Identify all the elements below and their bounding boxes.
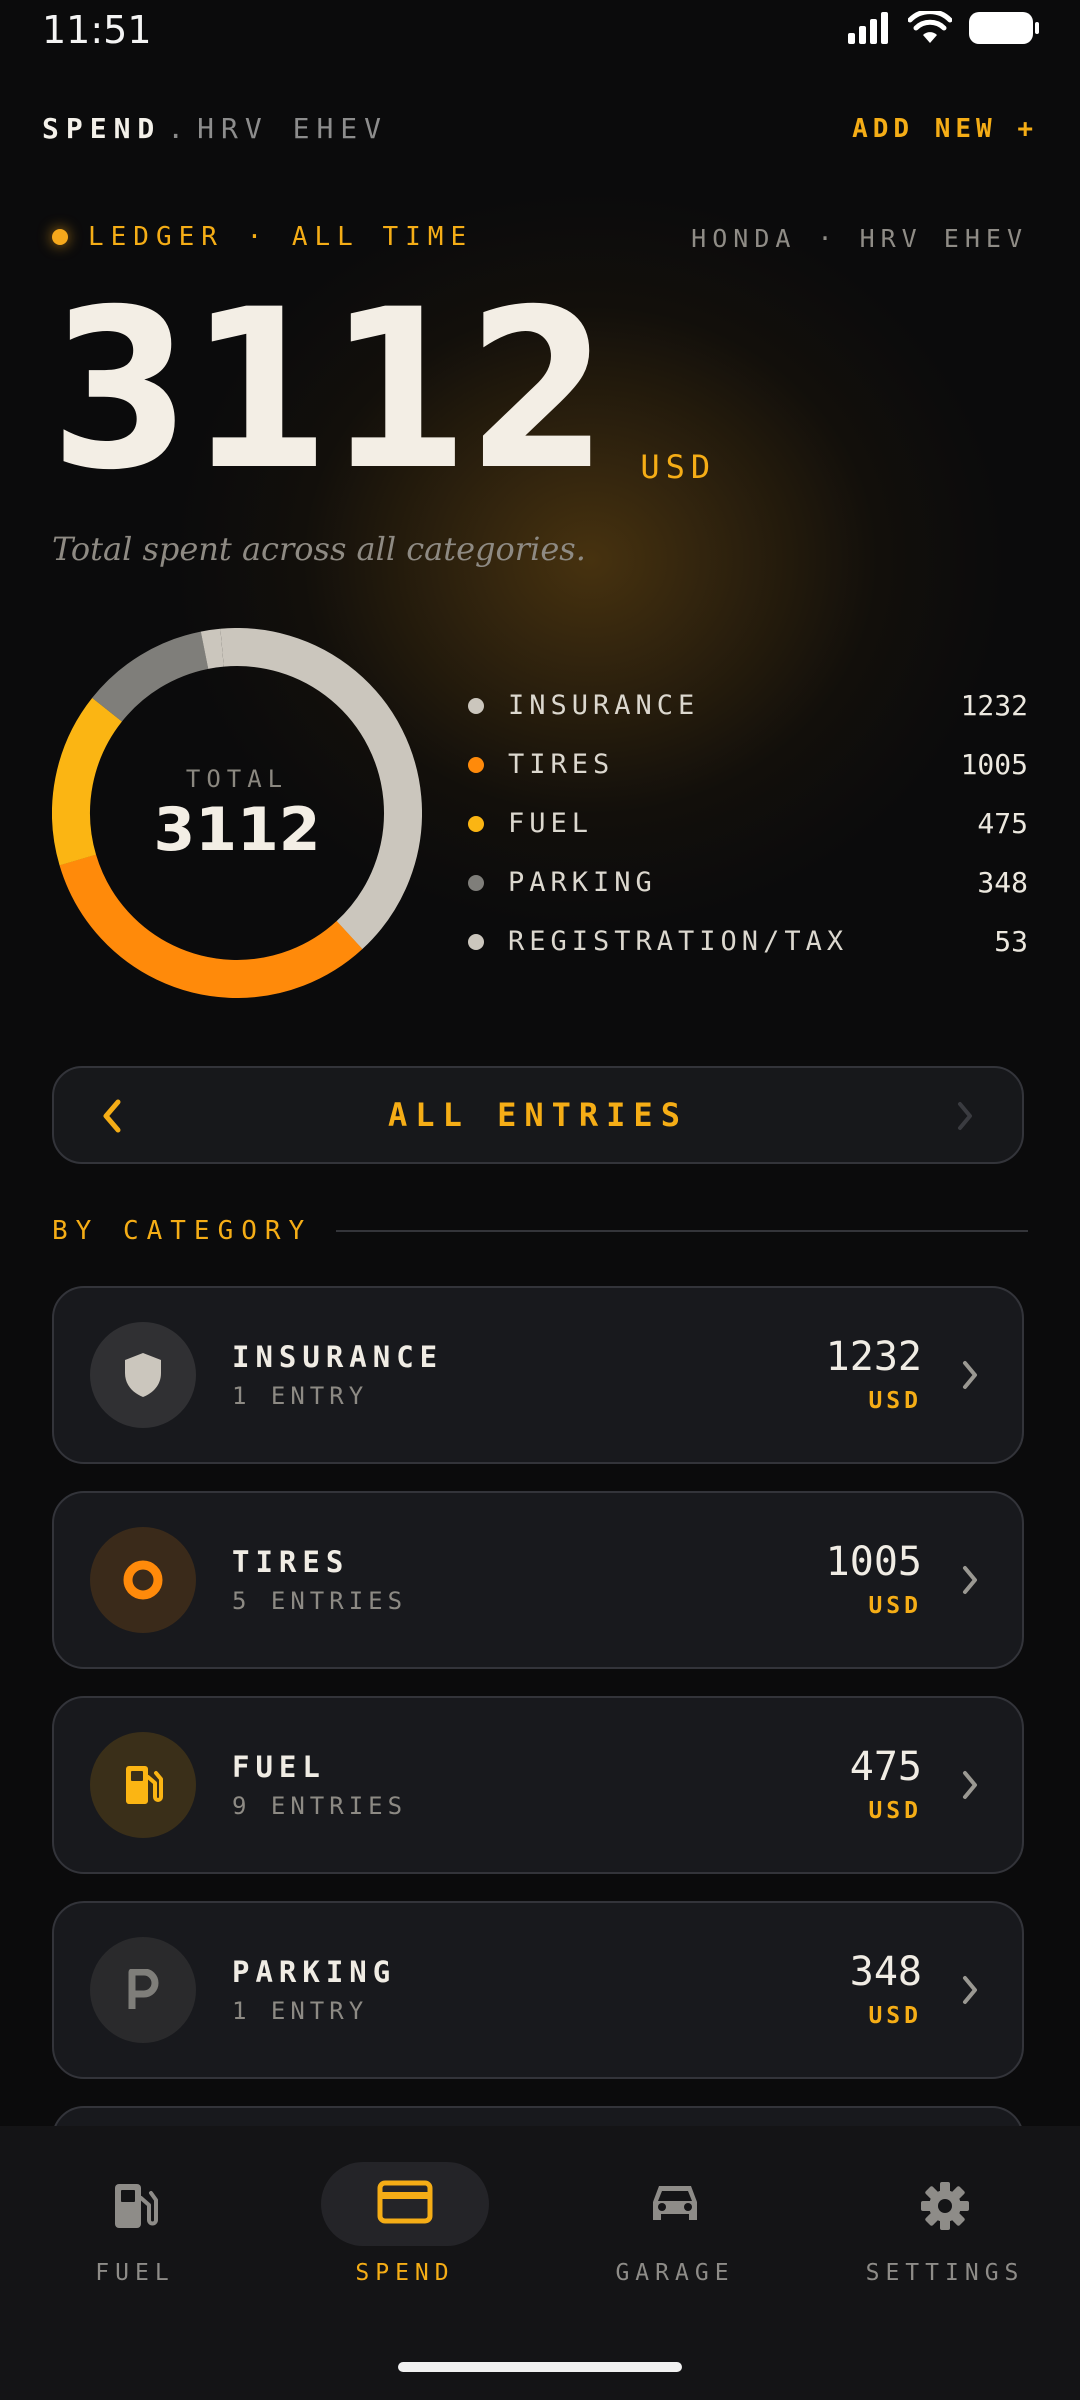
- legend-value: 53: [994, 925, 1028, 958]
- legend-label: FUEL: [508, 808, 594, 839]
- category-amount: 1005: [825, 1539, 922, 1585]
- category-entry-count: 1 ENTRY: [232, 1997, 369, 2025]
- ledger-status-dot: [52, 229, 68, 245]
- parking-icon: [90, 1937, 196, 2043]
- legend-item: TIRES 1005: [468, 735, 1028, 794]
- category-entry-count: 1 ENTRY: [232, 1382, 369, 1410]
- all-entries-selector: ALL ENTRIES: [52, 1066, 1024, 1164]
- total-currency: USD: [640, 448, 717, 486]
- divider: [336, 1230, 1028, 1232]
- category-card-fuel[interactable]: FUEL 9 ENTRIES 475 USD: [52, 1696, 1024, 1874]
- credit-card-icon: [377, 2180, 433, 2224]
- add-new-button[interactable]: ADD NEW +: [852, 114, 1038, 144]
- category-card-tires[interactable]: TIRES 5 ENTRIES 1005 USD: [52, 1491, 1024, 1669]
- category-currency: USD: [868, 2003, 922, 2029]
- chevron-right-icon: [963, 1361, 977, 1389]
- legend-value: 475: [977, 807, 1028, 840]
- legend-dot: [468, 756, 484, 773]
- nav-settings[interactable]: SETTINGS: [810, 2126, 1080, 2326]
- legend-dot: [468, 933, 484, 950]
- category-name: TIRES: [232, 1545, 350, 1579]
- gear-icon: [921, 2182, 969, 2230]
- chevron-right-icon: [963, 1566, 977, 1594]
- category-currency: USD: [868, 1388, 922, 1414]
- total-amount: 3112 USD: [50, 262, 717, 518]
- total-subtitle: Total spent across all categories.: [52, 530, 586, 568]
- ledger-text: LEDGER · ALL TIME: [88, 222, 474, 252]
- wifi-icon: [908, 11, 952, 43]
- category-entry-count: 9 ENTRIES: [232, 1792, 408, 1820]
- legend-value: 1232: [960, 689, 1028, 722]
- ledger-label: LEDGER · ALL TIME: [52, 222, 473, 252]
- legend-item: PARKING 348: [468, 853, 1028, 912]
- category-name: FUEL: [232, 1750, 326, 1784]
- legend-label: INSURANCE: [508, 690, 700, 721]
- title-separator: .: [167, 112, 192, 145]
- chevron-left-icon[interactable]: [100, 1096, 124, 1136]
- category-amount: 348: [849, 1949, 922, 1995]
- fuel-pump-icon: [115, 2184, 158, 2228]
- category-amount: 1232: [825, 1334, 922, 1380]
- donut-total-value: 3112: [153, 795, 321, 865]
- category-currency: USD: [868, 1798, 922, 1824]
- chart-legend: INSURANCE 1232 TIRES 1005 FUEL 475 PARKI…: [468, 676, 1028, 971]
- legend-value: 1005: [960, 748, 1028, 781]
- home-indicator: [398, 2362, 682, 2372]
- category-card-insurance[interactable]: INSURANCE 1 ENTRY 1232 USD: [52, 1286, 1024, 1464]
- legend-item: FUEL 475: [468, 794, 1028, 853]
- chevron-right-icon: [963, 1771, 977, 1799]
- nav-fuel[interactable]: FUEL: [0, 2126, 270, 2326]
- category-name: INSURANCE: [232, 1340, 444, 1374]
- category-currency: USD: [868, 1593, 922, 1619]
- nav-garage[interactable]: GARAGE: [540, 2126, 810, 2326]
- category-amount: 475: [849, 1744, 922, 1790]
- total-value: 3112: [50, 262, 608, 518]
- category-card-parking[interactable]: PARKING 1 ENTRY 348 USD: [52, 1901, 1024, 2079]
- shield-icon: [90, 1322, 196, 1428]
- battery-icon: [969, 12, 1039, 44]
- donut-total-label: TOTAL: [185, 765, 289, 793]
- vehicle-label: HONDA · HRV EHEV: [691, 224, 1028, 253]
- title-primary: SPEND: [42, 112, 162, 145]
- title-vehicle: HRV EHEV: [197, 112, 389, 145]
- bottom-nav: FUEL SPEND GARAGE SETTINGS: [0, 2126, 1080, 2400]
- category-name: PARKING: [232, 1955, 397, 1989]
- legend-item: REGISTRATION/TAX 53: [468, 912, 1028, 971]
- status-icons: [846, 10, 1040, 46]
- chevron-right-icon[interactable]: [954, 1098, 976, 1134]
- all-entries-label: ALL ENTRIES: [388, 1096, 688, 1134]
- nav-label: GARAGE: [615, 2260, 735, 2286]
- legend-label: REGISTRATION/TAX: [508, 926, 849, 957]
- legend-dot: [468, 815, 484, 832]
- legend-dot: [468, 874, 484, 891]
- status-time: 11:51: [42, 8, 152, 52]
- by-category-header: BY CATEGORY: [52, 1216, 1028, 1246]
- nav-label: SPEND: [355, 2260, 455, 2286]
- legend-dot: [468, 697, 484, 714]
- legend-label: PARKING: [508, 867, 657, 898]
- page-title: SPEND. HRV EHEV: [42, 112, 388, 145]
- nav-label: FUEL: [95, 2260, 175, 2286]
- by-category-title: BY CATEGORY: [52, 1216, 313, 1246]
- chevron-right-icon: [963, 1976, 977, 2004]
- category-entry-count: 5 ENTRIES: [232, 1587, 408, 1615]
- car-icon: [653, 2186, 697, 2220]
- nav-spend[interactable]: SPEND: [270, 2126, 540, 2326]
- legend-label: TIRES: [508, 749, 615, 780]
- tire-icon: [90, 1527, 196, 1633]
- fuel-pump-icon: [90, 1732, 196, 1838]
- legend-item: INSURANCE 1232: [468, 676, 1028, 735]
- legend-value: 348: [977, 866, 1028, 899]
- nav-label: SETTINGS: [865, 2260, 1025, 2286]
- signal-icon: [848, 12, 888, 44]
